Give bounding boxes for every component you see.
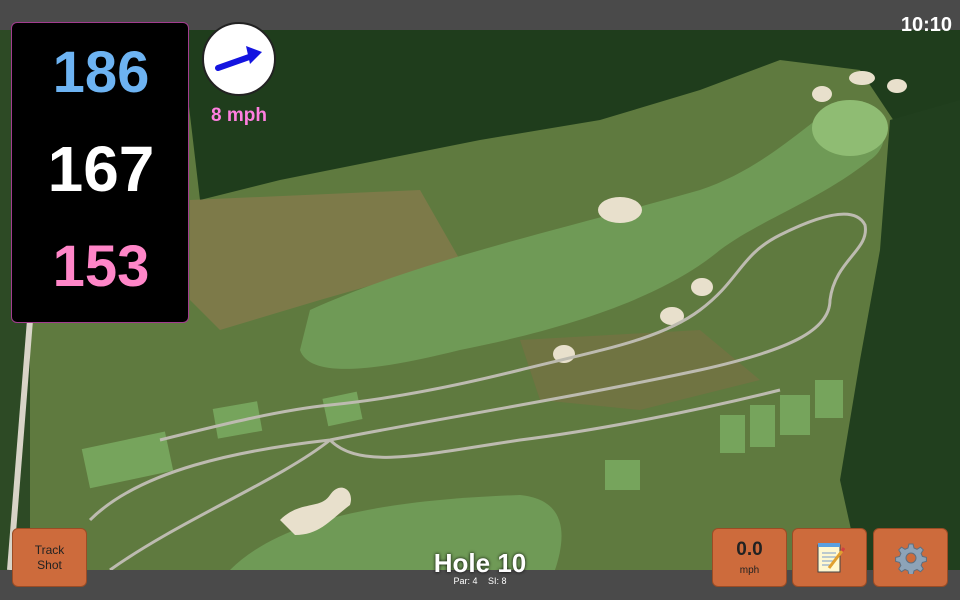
front-yardage: 153 bbox=[52, 234, 150, 299]
clock: 10:10 bbox=[900, 14, 952, 36]
hole-details: Par: 4 SI: 8 bbox=[380, 576, 580, 586]
settings-button[interactable] bbox=[873, 528, 948, 587]
speed-button[interactable]: 0.0 mph bbox=[712, 528, 787, 587]
arrow-up-right-icon bbox=[215, 46, 262, 71]
speed-unit: mph bbox=[739, 565, 760, 576]
notepad-icon bbox=[817, 542, 845, 572]
wind-speed: 8 mph bbox=[211, 105, 267, 126]
track-shot-label-line2: Shot bbox=[37, 557, 62, 572]
hole-info: Hole 10 Par: 4 SI: 8 bbox=[380, 548, 580, 586]
notes-button[interactable] bbox=[792, 528, 867, 587]
speed-value: 0.0 bbox=[736, 539, 763, 560]
middle-yardage: 167 bbox=[47, 133, 155, 205]
wind-indicator bbox=[202, 22, 276, 96]
back-yardage: 186 bbox=[52, 40, 150, 105]
hole-title: Hole 10 bbox=[433, 548, 527, 578]
yardage-panel: 186 167 153 bbox=[11, 22, 189, 323]
hole-stroke-index: SI: 8 bbox=[488, 576, 507, 586]
hole-par: Par: 4 bbox=[453, 576, 478, 586]
track-shot-label-line1: Track bbox=[34, 542, 65, 557]
gear-icon bbox=[894, 543, 927, 574]
track-shot-button[interactable]: Track Shot bbox=[12, 528, 87, 587]
